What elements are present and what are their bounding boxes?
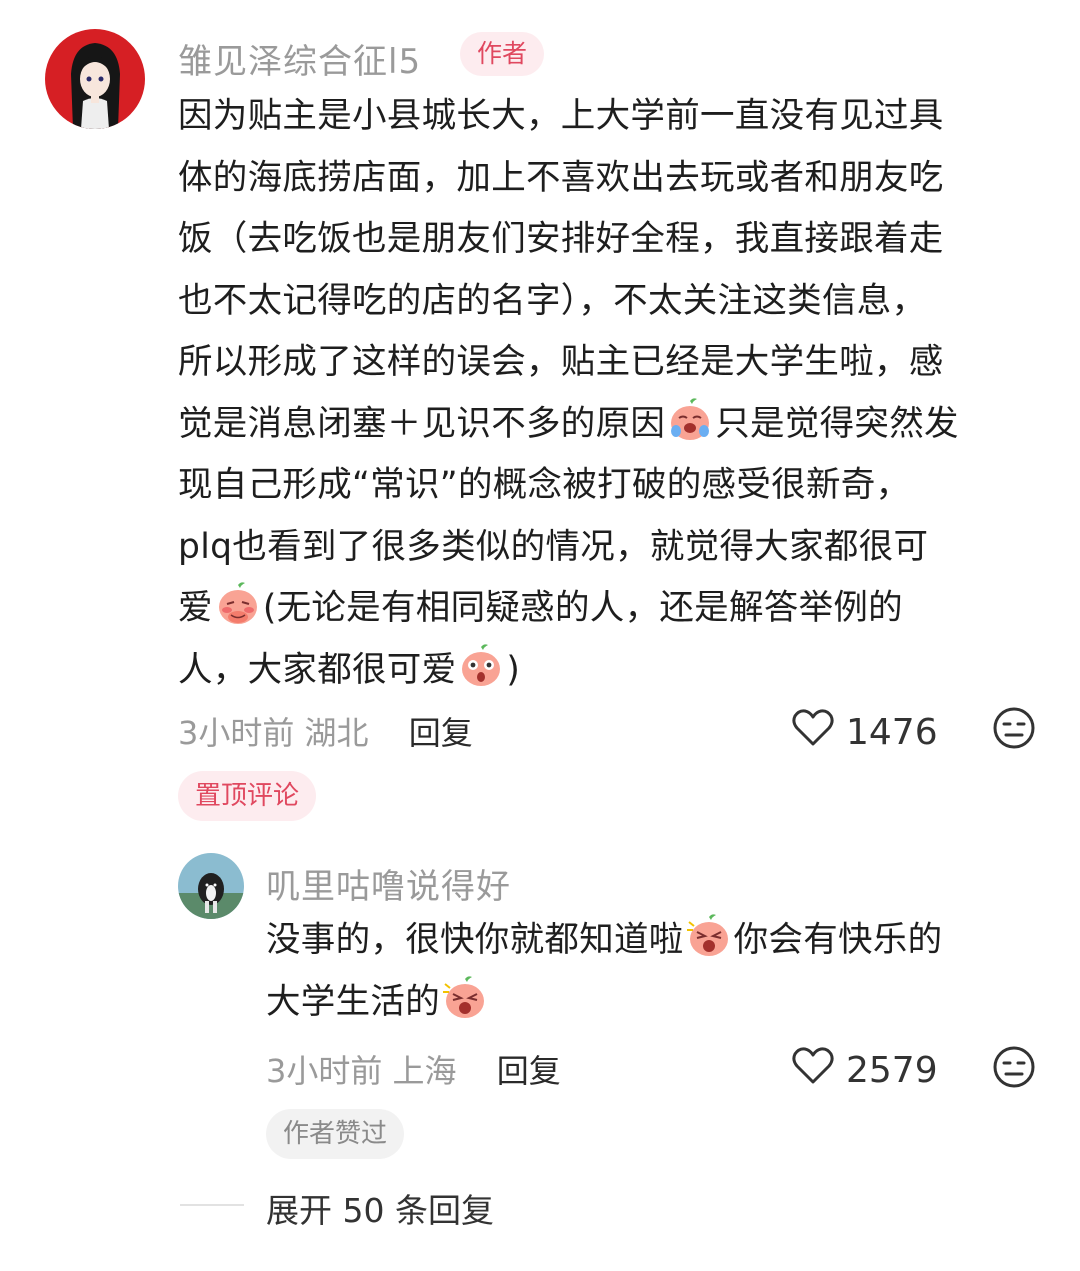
comment-line: 所以形成了这样的误会，贴主已经是大学生啦，感 bbox=[178, 342, 944, 382]
comment-segment: 只是觉得突然发 bbox=[715, 403, 959, 444]
reply-like-button[interactable]: 2579 bbox=[792, 1046, 938, 1095]
shouting-face-emoji bbox=[441, 974, 489, 1022]
surprised-face-emoji bbox=[457, 642, 505, 690]
neutral-face-icon[interactable] bbox=[992, 1045, 1036, 1093]
comment-time: 3小时前 bbox=[178, 714, 295, 752]
reply-line: 大学生活的 bbox=[266, 972, 942, 1034]
reply-reply-button[interactable]: 回复 bbox=[497, 1052, 561, 1090]
comment-segment: 人，大家都很可爱 bbox=[178, 649, 457, 690]
heart-outline-icon bbox=[792, 708, 846, 757]
reply-segment: 没事的，很快你就都知道啦 bbox=[266, 920, 684, 960]
comment-line: 觉是消息闭塞＋见识不多的原因 只是觉得突然发 bbox=[178, 394, 959, 456]
author-liked-badge: 作者赞过 bbox=[266, 1109, 405, 1159]
reply-like-count: 2579 bbox=[846, 1050, 938, 1091]
like-button[interactable]: 1476 bbox=[792, 708, 938, 757]
reply-body: 没事的，很快你就都知道啦 你会有快乐的 大学生活的 bbox=[266, 910, 942, 1033]
reply-button[interactable]: 回复 bbox=[409, 714, 473, 752]
comment-segment: 觉是消息闭塞＋见识不多的原因 bbox=[178, 403, 666, 444]
comment-username[interactable]: 雏见泽综合征l5 bbox=[178, 34, 421, 83]
reply-meta: 3小时前 上海 回复 bbox=[266, 1046, 561, 1092]
reply-segment: 你会有快乐的 bbox=[733, 920, 943, 960]
comment-body: 因为贴主是小县城长大，上大学前一直没有见过具 体的海底捞店面，加上不喜欢出去玩或… bbox=[178, 86, 959, 701]
comment-line: 饭（去吃饭也是朋友们安排好全程，我直接跟着走 bbox=[178, 219, 944, 259]
comment-line: plq也看到了很多类似的情况，就觉得大家都很可 bbox=[178, 526, 929, 567]
shouting-face-emoji bbox=[685, 912, 733, 960]
comment-location: 湖北 bbox=[304, 714, 369, 752]
neutral-face-icon[interactable] bbox=[992, 706, 1036, 754]
comment-line: 人，大家都很可爱 ) bbox=[178, 640, 959, 702]
divider bbox=[180, 1204, 244, 1206]
comment-line: 因为贴主是小县城长大，上大学前一直没有见过具 bbox=[178, 96, 944, 136]
pinned-comment-badge: 置顶评论 bbox=[178, 771, 317, 821]
heart-outline-icon bbox=[792, 1046, 846, 1095]
author-badge: 作者 bbox=[460, 32, 545, 76]
reply-avatar[interactable] bbox=[178, 853, 244, 919]
comment-line: 也不太记得吃的店的名字），不太关注这类信息， bbox=[178, 280, 927, 321]
expand-replies-button[interactable]: 展开 50 条回复 bbox=[266, 1184, 494, 1232]
reply-time: 3小时前 bbox=[266, 1052, 383, 1090]
comment-line: 体的海底捞店面，加上不喜欢出去玩或者和朋友吃 bbox=[178, 157, 944, 198]
comment-line: 爱 (无论是有相同疑惑的人，还是解答举例的 bbox=[178, 578, 959, 640]
reply-location: 上海 bbox=[392, 1052, 457, 1090]
reply-segment: 大学生活的 bbox=[266, 981, 440, 1022]
crying-face-emoji bbox=[666, 396, 714, 444]
like-count: 1476 bbox=[846, 712, 938, 753]
comment-segment: (无论是有相同疑惑的人，还是解答举例的 bbox=[262, 588, 903, 628]
reply-username[interactable]: 叽里咕噜说得好 bbox=[266, 859, 511, 908]
comment-meta: 3小时前 湖北 回复 bbox=[178, 708, 473, 754]
shy-face-emoji bbox=[214, 580, 262, 628]
avatar[interactable] bbox=[45, 29, 145, 129]
comment-segment: 爱 bbox=[178, 588, 213, 628]
comment-segment: ) bbox=[506, 649, 521, 690]
comment-line: 现自己形成“常识”的概念被打破的感受很新奇， bbox=[178, 465, 911, 505]
reply-line: 没事的，很快你就都知道啦 你会有快乐的 bbox=[266, 910, 942, 972]
